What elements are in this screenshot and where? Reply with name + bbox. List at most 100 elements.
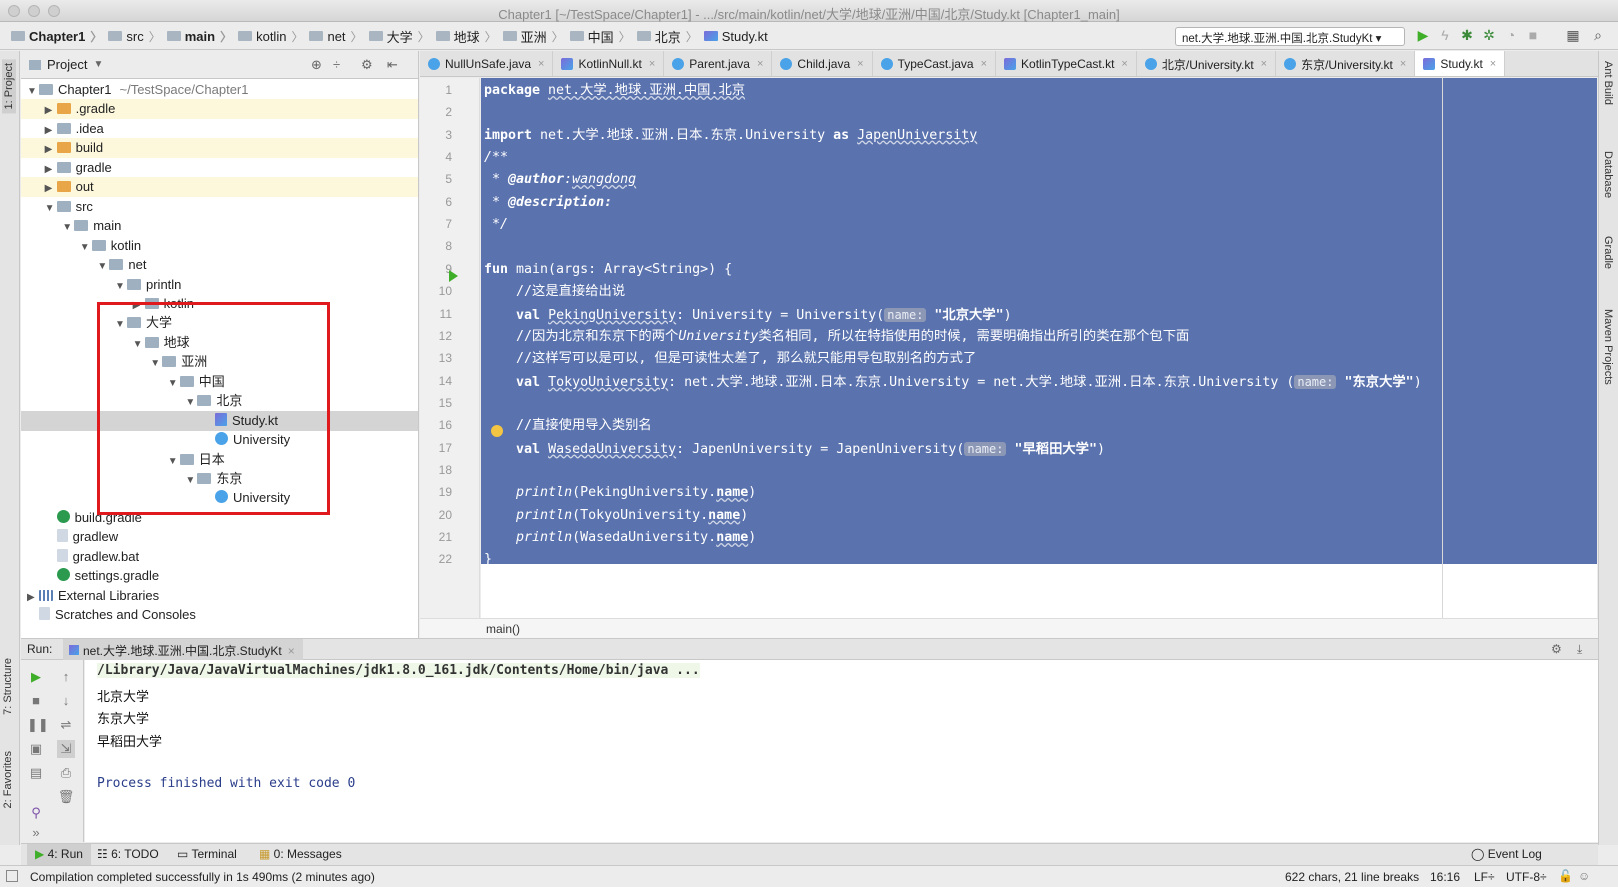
tree-item[interactable]: University	[21, 430, 418, 450]
dump-threads-icon[interactable]: ▣	[27, 740, 45, 758]
editor-tab[interactable]: KotlinNull.kt ×	[553, 51, 665, 76]
close-icon[interactable]: ×	[1490, 58, 1496, 70]
run-configuration-select[interactable]: net.大学.地球.亚洲.中国.北京.StudyKt ▾	[1175, 27, 1405, 46]
tree-item[interactable]: Study.kt	[21, 410, 418, 431]
chevron-down-icon[interactable]: ▼	[93, 59, 103, 70]
close-icon[interactable]: ×	[1400, 58, 1406, 70]
breadcrumb-item[interactable]: 大学〉	[366, 22, 433, 50]
tree-item[interactable]: ▼ println	[21, 275, 418, 295]
tool-tab-event-log[interactable]: ◯ Event Log	[1471, 847, 1542, 861]
tree-item[interactable]: gradlew	[21, 527, 418, 547]
breadcrumb-item[interactable]: 北京〉	[634, 22, 701, 50]
collapse-icon[interactable]: ÷	[333, 57, 340, 72]
more-icon[interactable]: »	[27, 824, 45, 842]
restore-layout-icon[interactable]: ▤	[27, 764, 45, 782]
tree-item[interactable]: ▼ 地球	[21, 333, 418, 353]
close-icon[interactable]: ×	[538, 58, 544, 70]
tree-item[interactable]: ▼ Chapter1 ~/TestSpace/Chapter1	[21, 80, 418, 100]
down-icon[interactable]: ↓	[57, 692, 75, 710]
print-icon[interactable]: ⎙	[57, 764, 75, 782]
tool-tab-maven[interactable]: Maven Projects	[1602, 309, 1614, 385]
lock-icon[interactable]: 🔓	[1558, 869, 1573, 883]
tree-item[interactable]: ▼ 大学	[21, 313, 418, 333]
profile-icon[interactable]: ◔	[1503, 27, 1519, 43]
breadcrumb-item[interactable]: net 〉	[306, 22, 365, 50]
rerun-icon[interactable]: ▶	[27, 668, 45, 686]
tool-tab-structure[interactable]: 7: Structure	[2, 658, 14, 715]
editor-tab[interactable]: Child.java ×	[772, 51, 873, 76]
breadcrumb-item[interactable]: 地球〉	[433, 22, 500, 50]
stop-icon[interactable]: ■	[1525, 27, 1541, 43]
locate-icon[interactable]: ⊕	[311, 57, 322, 73]
project-structure-icon[interactable]: ▦	[1565, 27, 1581, 43]
close-icon[interactable]: ×	[1121, 58, 1127, 70]
breadcrumb-item[interactable]: kotlin 〉	[235, 22, 306, 50]
close-icon[interactable]: ×	[857, 58, 863, 70]
tool-tab-gradle[interactable]: Gradle	[1602, 236, 1614, 269]
trash-icon[interactable]: 🗑	[57, 788, 75, 806]
tree-item[interactable]: ▼ 北京	[21, 391, 418, 411]
editor-tab[interactable]: Study.kt ×	[1415, 51, 1506, 76]
breadcrumb-item[interactable]: 亚洲〉	[500, 22, 567, 50]
tree-item[interactable]: gradlew.bat	[21, 547, 418, 567]
tree-item[interactable]: ▼ 亚洲	[21, 352, 418, 372]
tool-tab-ant-build[interactable]: Ant Build	[1602, 61, 1614, 105]
tree-item[interactable]: ▶ build	[21, 138, 418, 159]
breadcrumb-item[interactable]: 中国〉	[567, 22, 634, 50]
pin-icon[interactable]: ⚲	[27, 804, 45, 822]
stop-icon[interactable]: ■	[27, 692, 45, 710]
editor-tab[interactable]: KotlinTypeCast.kt ×	[996, 51, 1137, 76]
tree-item[interactable]: ▼ main	[21, 216, 418, 236]
run-tab[interactable]: net.大学.地球.亚洲.中国.北京.StudyKt ×	[63, 639, 303, 660]
breadcrumb-item[interactable]: Study.kt	[701, 22, 771, 50]
editor-tab[interactable]: TypeCast.java ×	[873, 51, 997, 76]
hide-icon[interactable]: ⇤	[387, 57, 398, 73]
breadcrumb-item[interactable]: main 〉	[164, 22, 235, 50]
tree-item[interactable]: build.gradle	[21, 508, 418, 528]
close-icon[interactable]: ×	[757, 58, 763, 70]
tree-item[interactable]: ▼ 日本	[21, 450, 418, 470]
tree-item[interactable]: ▼ 东京	[21, 469, 418, 489]
breadcrumb-item[interactable]: src 〉	[105, 22, 163, 50]
scroll-to-end-icon[interactable]: ⇲	[57, 740, 75, 758]
search-icon[interactable]: ⌕	[1590, 27, 1606, 43]
tool-tab-todo[interactable]: ☷ 6: TODO	[97, 847, 159, 861]
tool-tab-run[interactable]: ▶ 4: Run	[27, 844, 91, 865]
coverage-icon[interactable]: ✲	[1481, 27, 1497, 43]
tree-item[interactable]: ▼ kotlin	[21, 236, 418, 256]
up-icon[interactable]: ↑	[57, 668, 75, 686]
gear-icon[interactable]: ⚙	[361, 57, 373, 73]
wrap-icon[interactable]: ⇌	[57, 716, 75, 734]
tree-item[interactable]: settings.gradle	[21, 566, 418, 586]
tree-item[interactable]: ▼ net	[21, 255, 418, 275]
close-icon[interactable]: ×	[649, 58, 655, 70]
editor-breadcrumb[interactable]: main()	[420, 618, 1598, 638]
tree-item[interactable]: ▶ External Libraries	[21, 586, 418, 606]
tree-item[interactable]: ▶ .gradle	[21, 99, 418, 120]
run-gutter-icon[interactable]	[449, 270, 458, 282]
console-output[interactable]	[85, 660, 1598, 842]
tree-item[interactable]: ▼ 中国	[21, 372, 418, 392]
gear-icon[interactable]: ⚙	[1551, 642, 1562, 656]
run-icon[interactable]: ▶	[1415, 27, 1431, 43]
editor-tab[interactable]: 东京/University.kt ×	[1276, 51, 1416, 76]
editor-tab[interactable]: Parent.java ×	[664, 51, 773, 76]
debug-icon[interactable]: ✱	[1459, 27, 1475, 43]
tree-item[interactable]: University	[21, 488, 418, 508]
breadcrumb-item[interactable]: Chapter1 〉	[8, 22, 105, 50]
pause-icon[interactable]: ❚❚	[27, 716, 49, 734]
tool-tab-terminal[interactable]: ▭ Terminal	[177, 847, 237, 861]
tree-item[interactable]: ▶ out	[21, 177, 418, 198]
close-icon[interactable]: ×	[981, 58, 987, 70]
inspector-icon[interactable]: ☺	[1578, 869, 1590, 883]
editor-tab[interactable]: 北京/University.kt ×	[1137, 51, 1277, 76]
tool-tab-messages[interactable]: ▦ 0: Messages	[259, 847, 342, 861]
tool-tab-project[interactable]: 1: Project	[2, 59, 16, 114]
project-view-select[interactable]: Project	[47, 57, 87, 72]
tree-item[interactable]: ▶ gradle	[21, 158, 418, 178]
attach-icon[interactable]: ϟ	[1437, 27, 1453, 43]
tool-tab-database[interactable]: Database	[1602, 151, 1614, 198]
toggle-tool-windows-icon[interactable]	[6, 870, 18, 882]
close-icon[interactable]: ×	[288, 644, 295, 658]
tool-tab-favorites[interactable]: 2: Favorites	[2, 751, 14, 808]
